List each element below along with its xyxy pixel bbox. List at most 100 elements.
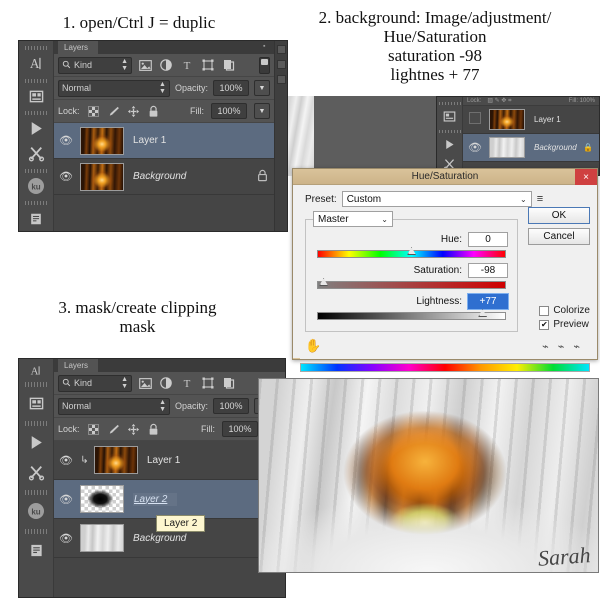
saturation-value[interactable]: -98 bbox=[468, 263, 508, 278]
dialog-checkboxes[interactable]: Colorize ✔ Preview bbox=[539, 302, 590, 330]
eye-icon[interactable]: 👁 bbox=[57, 134, 75, 147]
eye-icon[interactable]: 👁 bbox=[466, 141, 484, 154]
hue-slider-handle[interactable] bbox=[407, 247, 416, 255]
lock-image-brush-icon[interactable] bbox=[107, 105, 120, 118]
cancel-button[interactable]: Cancel bbox=[528, 228, 590, 245]
lightness-value[interactable]: +77 bbox=[467, 293, 509, 310]
ok-button[interactable]: OK bbox=[528, 207, 590, 224]
filter-enable-toggle[interactable] bbox=[259, 56, 270, 74]
blend-mode-select[interactable]: Normal ▲ ▼ bbox=[58, 397, 170, 415]
text-tool-icon[interactable]: A bbox=[21, 361, 51, 379]
blend-mode-select[interactable]: Normal ▲ ▼ bbox=[58, 79, 170, 97]
eyedropper-add-icon[interactable]: ⌁ bbox=[558, 340, 565, 353]
table-row[interactable]: 👁 ↳ Layer 1 bbox=[54, 441, 285, 480]
layers-panel-step2[interactable]: Lock: ▨ ✎ ✥ ⌗ Fill: 100% Layer 1 👁 Backg… bbox=[436, 96, 600, 176]
image-filter-icon[interactable] bbox=[137, 59, 153, 71]
lock-all-icon[interactable] bbox=[147, 105, 160, 118]
smart-object-filter-icon[interactable] bbox=[221, 59, 237, 71]
eyedropper-subtract-icon[interactable]: ⌁ bbox=[573, 340, 580, 353]
chevron-updown-icon[interactable]: ▲ ▼ bbox=[121, 376, 128, 390]
lock-position-move-icon[interactable] bbox=[127, 105, 140, 118]
notes-tool-icon[interactable] bbox=[21, 535, 51, 565]
fill-dropdown-icon[interactable]: ▼ bbox=[254, 103, 270, 119]
eye-icon[interactable] bbox=[466, 112, 484, 127]
layer-thumbnail[interactable] bbox=[489, 137, 525, 158]
dialog-buttons[interactable]: OK Cancel bbox=[528, 207, 590, 245]
tab-layers[interactable]: Layers bbox=[58, 359, 99, 372]
play-tool-icon[interactable] bbox=[21, 427, 51, 457]
lock-position-move-icon[interactable] bbox=[127, 423, 140, 436]
channel-select[interactable]: Master ⌄ bbox=[313, 211, 393, 227]
blend-row[interactable]: Normal ▲▼ Opacity: 100% ▼ bbox=[54, 77, 274, 100]
eyedropper-group[interactable]: ⌁ ⌁ ⌁ bbox=[542, 340, 580, 353]
eye-icon[interactable]: 👁 bbox=[57, 532, 75, 545]
layer-thumbnail[interactable] bbox=[80, 126, 124, 155]
panel-tool-icon[interactable] bbox=[437, 106, 465, 126]
layer-thumbnail[interactable] bbox=[94, 446, 138, 474]
chevron-down-icon[interactable]: ⌄ bbox=[381, 215, 388, 224]
chevron-updown-icon[interactable]: ▲ ▼ bbox=[159, 81, 166, 95]
layer-name[interactable]: Background bbox=[133, 171, 186, 182]
lock-row[interactable]: Lock: Fill: 100% ▼ bbox=[54, 418, 285, 441]
preview-checkbox[interactable]: ✔ bbox=[539, 319, 550, 330]
tool-strip-step2[interactable] bbox=[437, 97, 463, 175]
text-tool-icon[interactable]: A bbox=[21, 51, 51, 76]
lock-image-brush-icon[interactable] bbox=[107, 423, 120, 436]
type-filter-icon[interactable]: T bbox=[179, 59, 195, 71]
table-row[interactable]: 👁 Layer 2 bbox=[54, 480, 285, 519]
adjustment-filter-icon[interactable] bbox=[158, 59, 174, 71]
scissors-tool-icon[interactable] bbox=[21, 141, 51, 166]
chevron-updown-icon[interactable]: ▲ ▼ bbox=[159, 399, 166, 413]
layer-row[interactable]: Layer 1 bbox=[463, 106, 599, 134]
eye-icon[interactable]: 👁 bbox=[57, 493, 75, 506]
hue-slider-block[interactable]: Hue: 0 bbox=[315, 232, 508, 258]
hue-slider-track[interactable] bbox=[317, 247, 506, 258]
panel-tool-icon[interactable] bbox=[21, 84, 51, 109]
panel-tool-icon[interactable] bbox=[21, 388, 51, 418]
play-tool-icon[interactable] bbox=[437, 134, 465, 154]
fill-value[interactable]: 100% bbox=[211, 103, 247, 119]
panel-tab-bar[interactable]: Layers ▪ bbox=[54, 41, 274, 54]
layer-name[interactable]: Background bbox=[133, 533, 186, 544]
colorize-row[interactable]: Colorize bbox=[539, 305, 590, 316]
eye-icon[interactable]: 👁 bbox=[57, 170, 75, 183]
lock-all-icon[interactable] bbox=[147, 423, 160, 436]
rail-button[interactable] bbox=[276, 45, 286, 54]
layer-name[interactable]: Layer 1 bbox=[534, 115, 561, 124]
opacity-dropdown-icon[interactable]: ▼ bbox=[254, 80, 270, 96]
lightness-slider-handle[interactable] bbox=[478, 309, 488, 317]
preset-row[interactable]: Preset: Custom ⌄ ≡ bbox=[305, 191, 590, 207]
layer-thumbnail[interactable] bbox=[80, 162, 124, 191]
layer-name-input[interactable]: Layer 2 bbox=[133, 492, 178, 506]
hand-icon[interactable]: ✋ bbox=[305, 338, 321, 354]
hue-value[interactable]: 0 bbox=[468, 232, 508, 247]
close-icon[interactable]: × bbox=[575, 169, 597, 185]
smart-object-filter-icon[interactable] bbox=[221, 377, 237, 389]
play-tool-icon[interactable] bbox=[21, 116, 51, 141]
layer-mask-thumbnail[interactable] bbox=[80, 485, 124, 513]
saturation-slider-block[interactable]: Saturation: -98 bbox=[315, 263, 508, 289]
lock-row-step2[interactable]: Lock: ▨ ✎ ✥ ⌗ Fill: 100% bbox=[463, 97, 599, 106]
layer-thumbnail[interactable] bbox=[80, 524, 124, 552]
hue-saturation-dialog[interactable]: Hue/Saturation × Preset: Custom ⌄ ≡ OK C… bbox=[292, 168, 598, 372]
table-row[interactable]: 👁 Background bbox=[54, 159, 274, 195]
eyedropper-icon[interactable]: ⌁ bbox=[542, 340, 549, 353]
scissors-tool-icon[interactable] bbox=[21, 457, 51, 487]
rail-button[interactable] bbox=[276, 75, 286, 84]
lock-icons-mini[interactable]: ▨ ✎ ✥ ⌗ bbox=[487, 97, 511, 105]
layers-panel-step3[interactable]: A ku Layers Kind ▲ ▼ T Normal ▲ ▼ Opacit… bbox=[18, 358, 286, 598]
adjustment-filter-icon[interactable] bbox=[158, 377, 174, 389]
table-row[interactable]: 👁 Layer 1 bbox=[54, 123, 274, 159]
ku-badge-icon[interactable]: ku bbox=[21, 496, 51, 526]
type-filter-icon[interactable]: T bbox=[179, 377, 195, 389]
dialog-title-bar[interactable]: Hue/Saturation × bbox=[293, 169, 597, 185]
lock-row[interactable]: Lock: Fill: 100% ▼ bbox=[54, 100, 274, 123]
eye-icon[interactable]: 👁 bbox=[57, 454, 75, 467]
shape-filter-icon[interactable] bbox=[200, 377, 216, 389]
saturation-slider-handle[interactable] bbox=[319, 278, 329, 286]
opacity-value[interactable]: 100% bbox=[213, 80, 249, 96]
saturation-slider-track[interactable] bbox=[317, 278, 506, 289]
filter-row[interactable]: Kind ▲ ▼ T bbox=[54, 54, 274, 77]
lock-transparency-icon[interactable] bbox=[87, 105, 100, 118]
fill-value[interactable]: 100% bbox=[222, 421, 258, 437]
